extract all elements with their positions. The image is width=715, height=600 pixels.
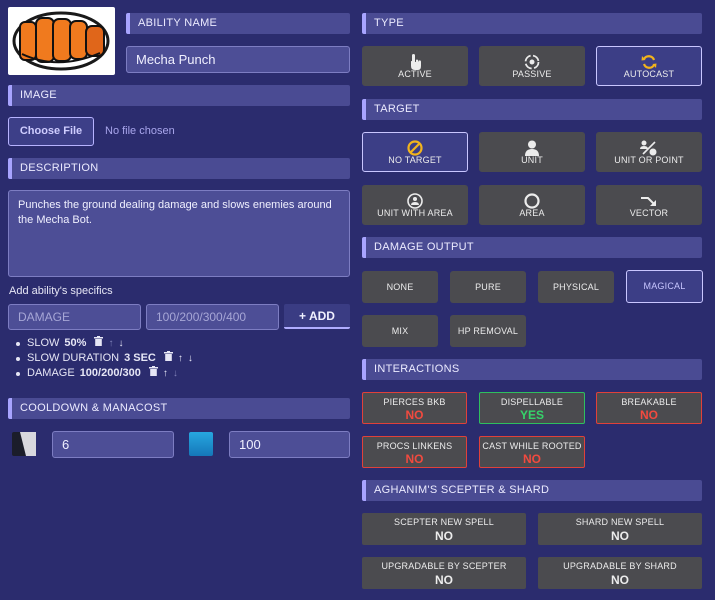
damage-pure-button[interactable]: PURE	[450, 271, 526, 303]
description-textarea[interactable]: Punches the ground dealing damage and sl…	[8, 190, 350, 277]
trash-icon[interactable]	[94, 336, 104, 351]
trash-icon[interactable]	[148, 366, 158, 381]
arrow-down-icon[interactable]: ↓	[118, 336, 123, 351]
cast-while-rooted-toggle[interactable]: CAST WHILE ROOTED NO	[479, 436, 585, 468]
upgradable-by-scepter-toggle[interactable]: UPGRADABLE BY SCEPTER NO	[362, 557, 526, 589]
unit-with-area-icon	[363, 193, 467, 209]
choose-file-button[interactable]: Choose File	[8, 117, 94, 146]
damage-hp-removal-button[interactable]: HP REMOVAL	[450, 315, 526, 347]
target-unit-with-area-button[interactable]: UNIT WITH AREA	[362, 185, 468, 225]
mecha-fist-icon	[12, 11, 110, 71]
arrow-up-icon[interactable]: ↑	[108, 336, 113, 351]
specifics-title: Add ability's specifics	[9, 285, 113, 297]
type-header: TYPE	[362, 13, 702, 34]
scepter-new-spell-toggle[interactable]: SCEPTER NEW SPELL NO	[362, 513, 526, 545]
target-area-button[interactable]: AREA	[479, 185, 585, 225]
cooldown-icon	[12, 432, 36, 456]
ability-name-header: ABILITY NAME	[126, 13, 350, 34]
specific-value-input[interactable]	[146, 304, 279, 330]
arrow-down-icon[interactable]: ↓	[188, 351, 193, 366]
upgradable-by-shard-toggle[interactable]: UPGRADABLE BY SHARD NO	[538, 557, 702, 589]
description-header: DESCRIPTION	[8, 158, 350, 179]
target-no-target-button[interactable]: NO TARGET	[362, 132, 468, 172]
shard-new-spell-toggle[interactable]: SHARD NEW SPELL NO	[538, 513, 702, 545]
type-active-button[interactable]: ACTIVE	[362, 46, 468, 86]
area-circle-icon	[480, 193, 584, 209]
passive-circle-icon	[480, 54, 584, 70]
list-item: SLOW DURATION 3 SEC ↑ ↓	[16, 351, 193, 366]
ability-image	[8, 7, 115, 75]
cooldown-input[interactable]	[52, 431, 174, 458]
ability-name-input[interactable]	[126, 46, 350, 73]
dispellable-toggle[interactable]: DISPELLABLE YES	[479, 392, 585, 424]
add-specific-button[interactable]: + ADD	[284, 304, 350, 329]
cooldown-header: COOLDOWN & MANACOST	[8, 398, 350, 419]
damage-magical-button[interactable]: MAGICAL	[626, 270, 703, 303]
no-target-icon	[363, 140, 467, 156]
damage-none-button[interactable]: NONE	[362, 271, 438, 303]
type-autocast-button[interactable]: AUTOCAST	[596, 46, 702, 86]
specifics-list: SLOW 50% ↑ ↓ SLOW DURATION 3 SEC ↑ ↓ DAM…	[16, 336, 193, 381]
aghanim-header: AGHANIM'S SCEPTER & SHARD	[362, 480, 702, 501]
pointer-hand-icon	[363, 54, 467, 70]
target-unit-button[interactable]: UNIT	[479, 132, 585, 172]
breakable-toggle[interactable]: BREAKABLE NO	[596, 392, 702, 424]
specific-name-input[interactable]	[8, 304, 141, 330]
unit-person-icon	[480, 140, 584, 156]
image-header: IMAGE	[8, 85, 350, 106]
damage-physical-button[interactable]: PHYSICAL	[538, 271, 614, 303]
autocast-refresh-icon	[597, 54, 701, 70]
procs-linkens-toggle[interactable]: PROCS LINKENS NO	[362, 436, 467, 468]
damage-output-header: DAMAGE OUTPUT	[362, 237, 702, 258]
trash-icon[interactable]	[163, 351, 173, 366]
list-item: DAMAGE 100/200/300 ↑ ↓	[16, 366, 193, 381]
type-passive-button[interactable]: PASSIVE	[479, 46, 585, 86]
target-vector-button[interactable]: VECTOR	[596, 185, 702, 225]
mana-icon	[189, 432, 213, 456]
pierces-bkb-toggle[interactable]: PIERCES BKB NO	[362, 392, 467, 424]
arrow-up-icon[interactable]: ↑	[178, 351, 183, 366]
list-item: SLOW 50% ↑ ↓	[16, 336, 193, 351]
damage-mix-button[interactable]: MIX	[362, 315, 438, 347]
unit-or-point-icon	[597, 140, 701, 156]
target-header: TARGET	[362, 99, 702, 120]
interactions-header: INTERACTIONS	[362, 359, 702, 380]
no-file-label: No file chosen	[105, 125, 175, 137]
arrow-down-icon[interactable]: ↓	[173, 366, 178, 381]
manacost-input[interactable]	[229, 431, 350, 458]
vector-arrow-icon	[597, 193, 701, 209]
target-unit-or-point-button[interactable]: UNIT OR POINT	[596, 132, 702, 172]
arrow-up-icon[interactable]: ↑	[163, 366, 168, 381]
